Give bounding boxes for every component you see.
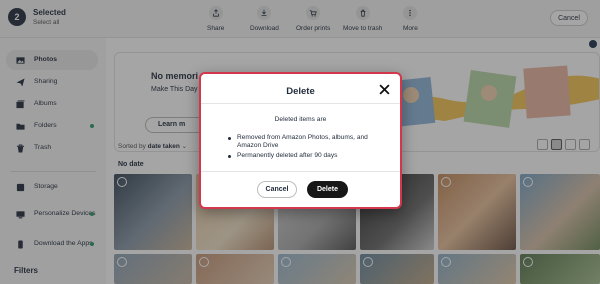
confirm-delete-button[interactable]: Delete [307,181,348,198]
close-icon[interactable] [589,40,597,48]
close-icon[interactable] [379,84,390,95]
list-item: Permanently deleted after 90 days [227,152,387,160]
dialog-divider [201,103,400,104]
cancel-button[interactable]: Cancel [257,181,297,198]
dialog-divider [201,171,400,172]
dialog-title: Delete [286,86,315,97]
delete-dialog: Delete Deleted items are Removed from Am… [199,72,402,209]
dialog-lead-text: Deleted items are [274,116,327,123]
list-item: Removed from Amazon Photos, albums, and … [227,134,387,151]
dialog-bullet-list: Removed from Amazon Photos, albums, and … [227,134,387,161]
